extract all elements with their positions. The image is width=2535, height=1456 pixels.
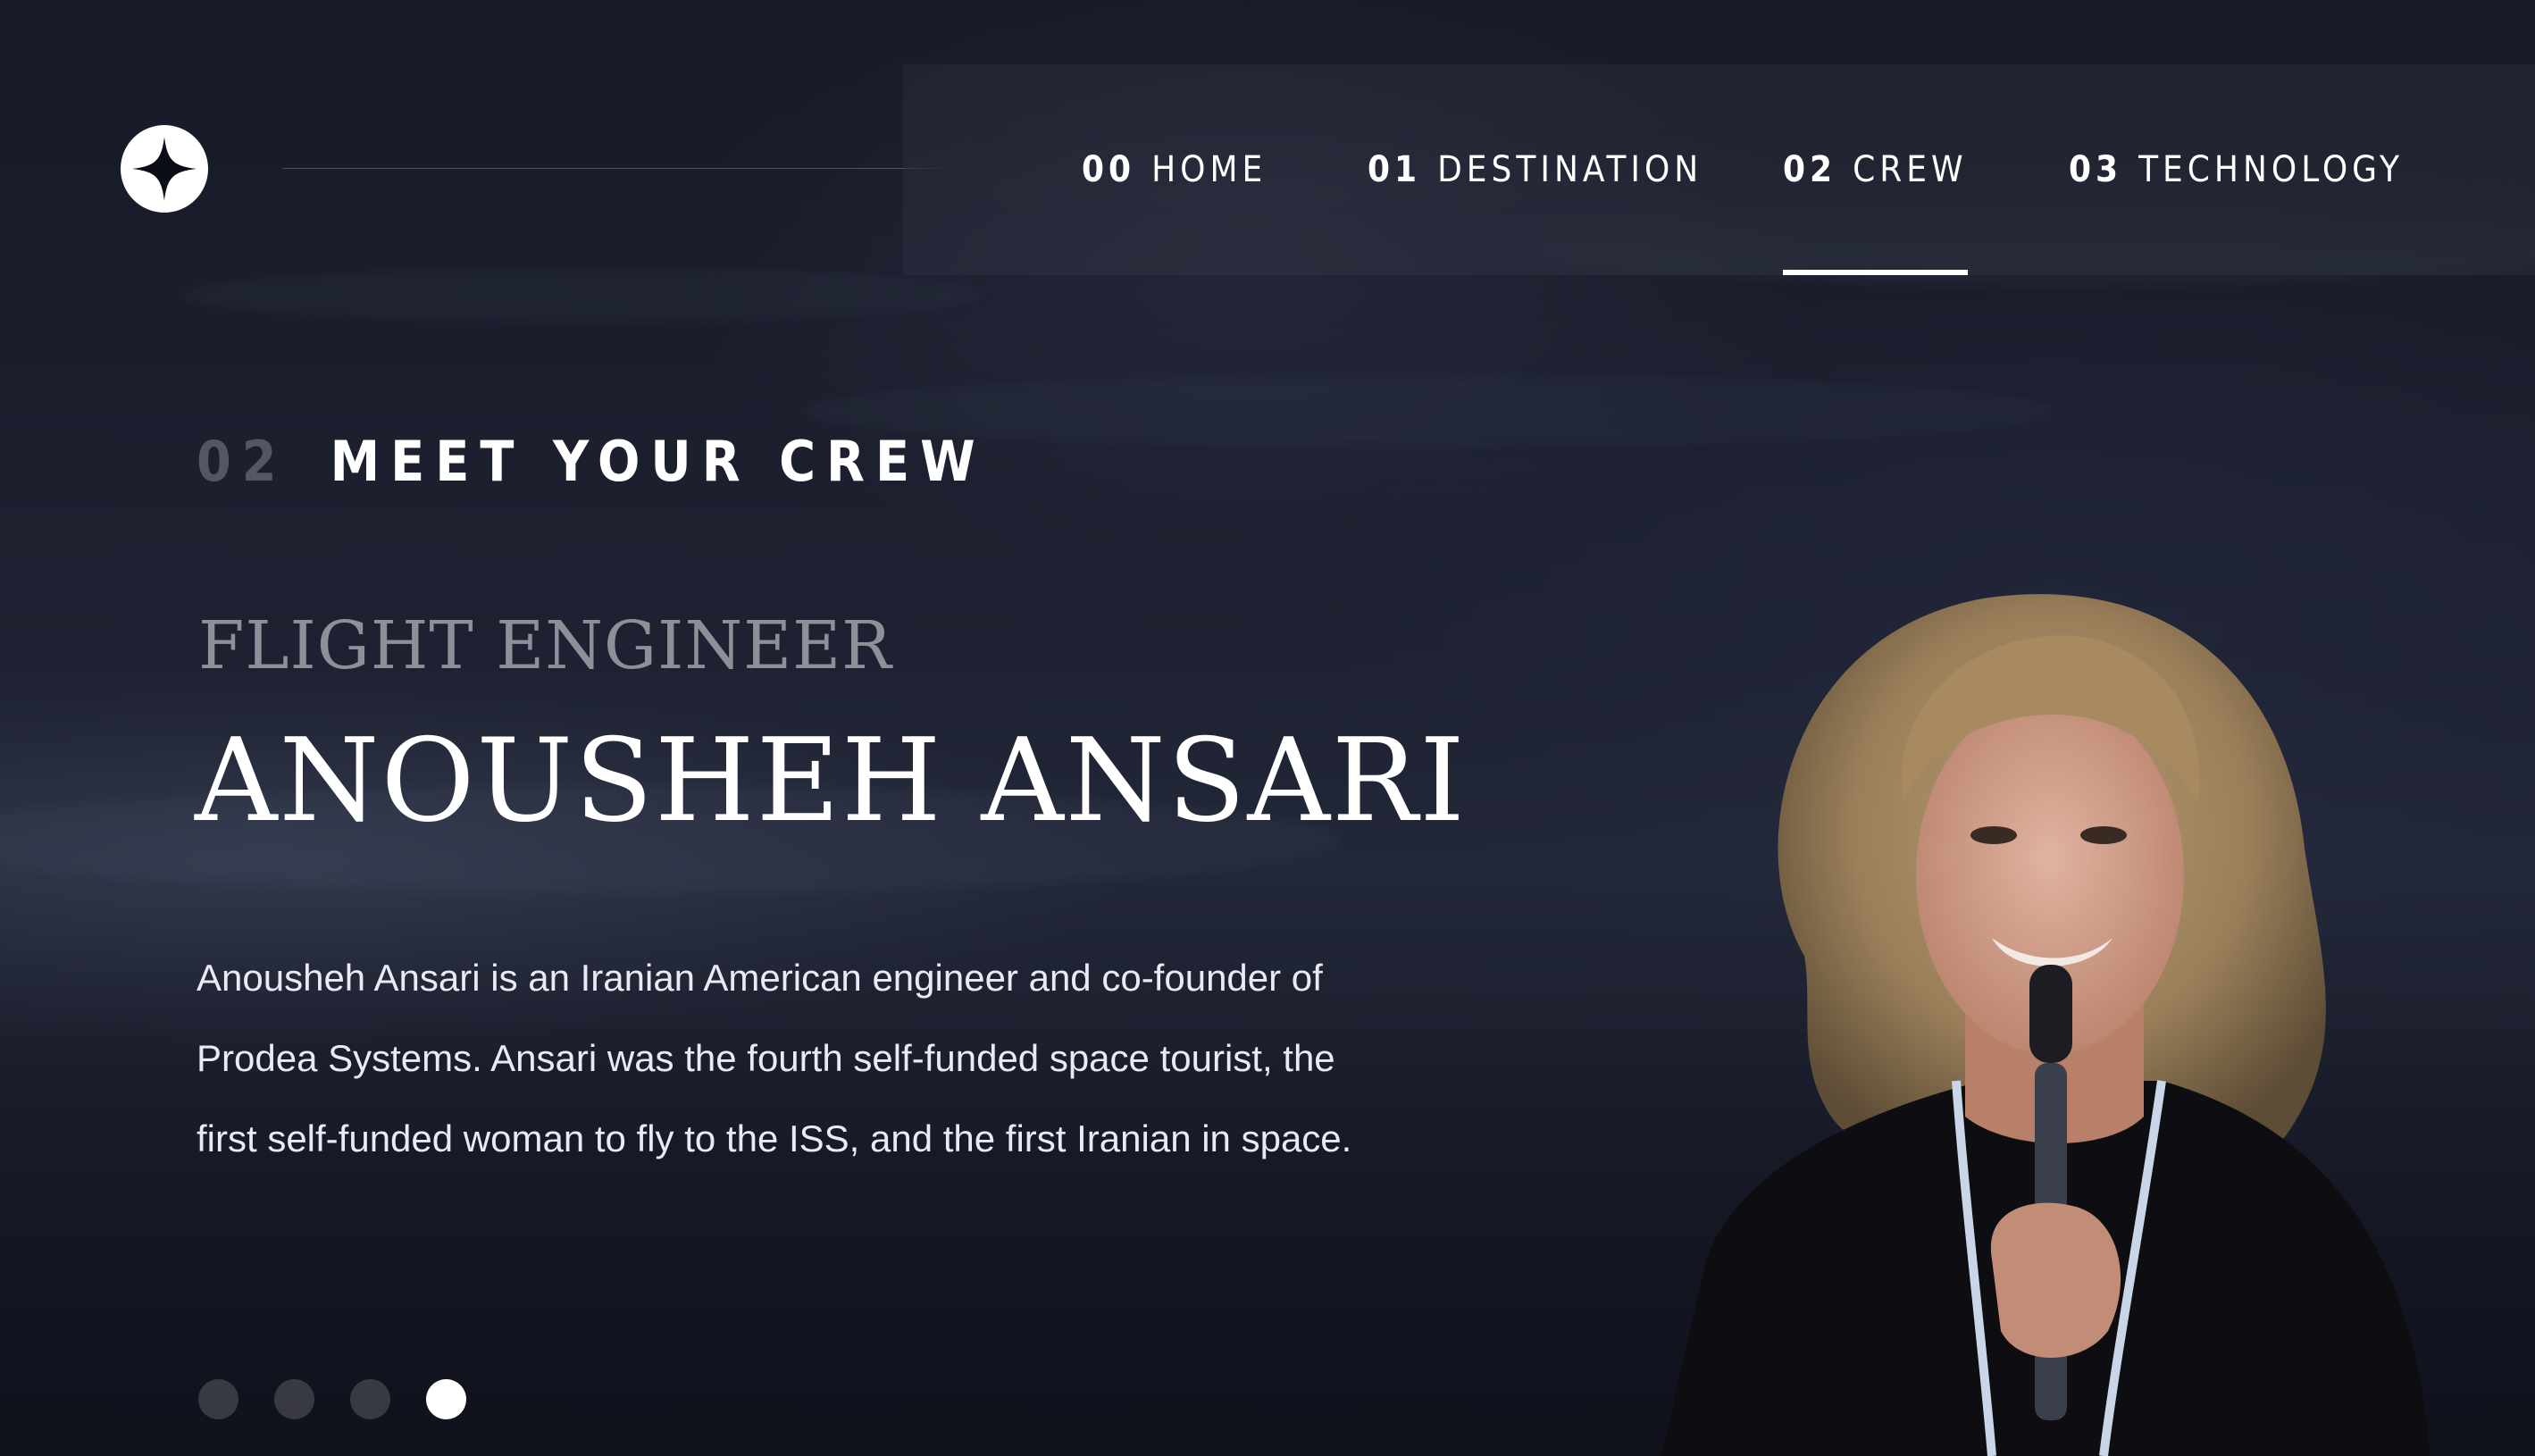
page-heading-number: 02: [197, 429, 288, 494]
nav-item-number: 01: [1368, 149, 1422, 190]
crew-bio: Anousheh Ansari is an Iranian American e…: [197, 957, 1352, 1159]
page-heading-text: MEET YOUR CREW: [330, 429, 986, 494]
crew-page: 00 HOME 01 DESTINATION 02 CREW 03 TECHNO…: [0, 0, 2535, 1456]
nav-item-technology[interactable]: 03 TECHNOLOGY: [2069, 64, 2404, 275]
nav-item-label: CREW: [1853, 149, 1968, 190]
star-logo-icon[interactable]: [121, 125, 208, 213]
header-divider: [282, 168, 957, 169]
nav-item-destination[interactable]: 01 DESTINATION: [1368, 64, 1703, 275]
crew-role: FLIGHT ENGINEER: [198, 607, 892, 684]
nav-item-label: HOME: [1151, 149, 1268, 190]
nav-item-home[interactable]: 00 HOME: [1082, 64, 1267, 275]
nav-item-label: DESTINATION: [1437, 149, 1703, 190]
page-heading: 02 MEET YOUR CREW: [197, 429, 986, 494]
crew-portrait: [1608, 581, 2465, 1456]
nav-item-label: TECHNOLOGY: [2138, 149, 2405, 190]
nav-item-number: 02: [1783, 149, 1837, 190]
nav-item-number: 03: [2069, 149, 2123, 190]
slider-dot-3[interactable]: [350, 1379, 390, 1419]
nav-item-number: 00: [1082, 149, 1136, 190]
slider-dot-2[interactable]: [274, 1379, 314, 1419]
slider-dot-4[interactable]: [426, 1379, 466, 1419]
slider-dot-1[interactable]: [198, 1379, 238, 1419]
crew-name: ANOUSHEH ANSARI: [195, 715, 1467, 848]
nav-item-crew[interactable]: 02 CREW: [1783, 64, 1968, 275]
main-nav: 00 HOME 01 DESTINATION 02 CREW 03 TECHNO…: [903, 64, 2535, 275]
crew-slider-dots: [198, 1379, 466, 1419]
